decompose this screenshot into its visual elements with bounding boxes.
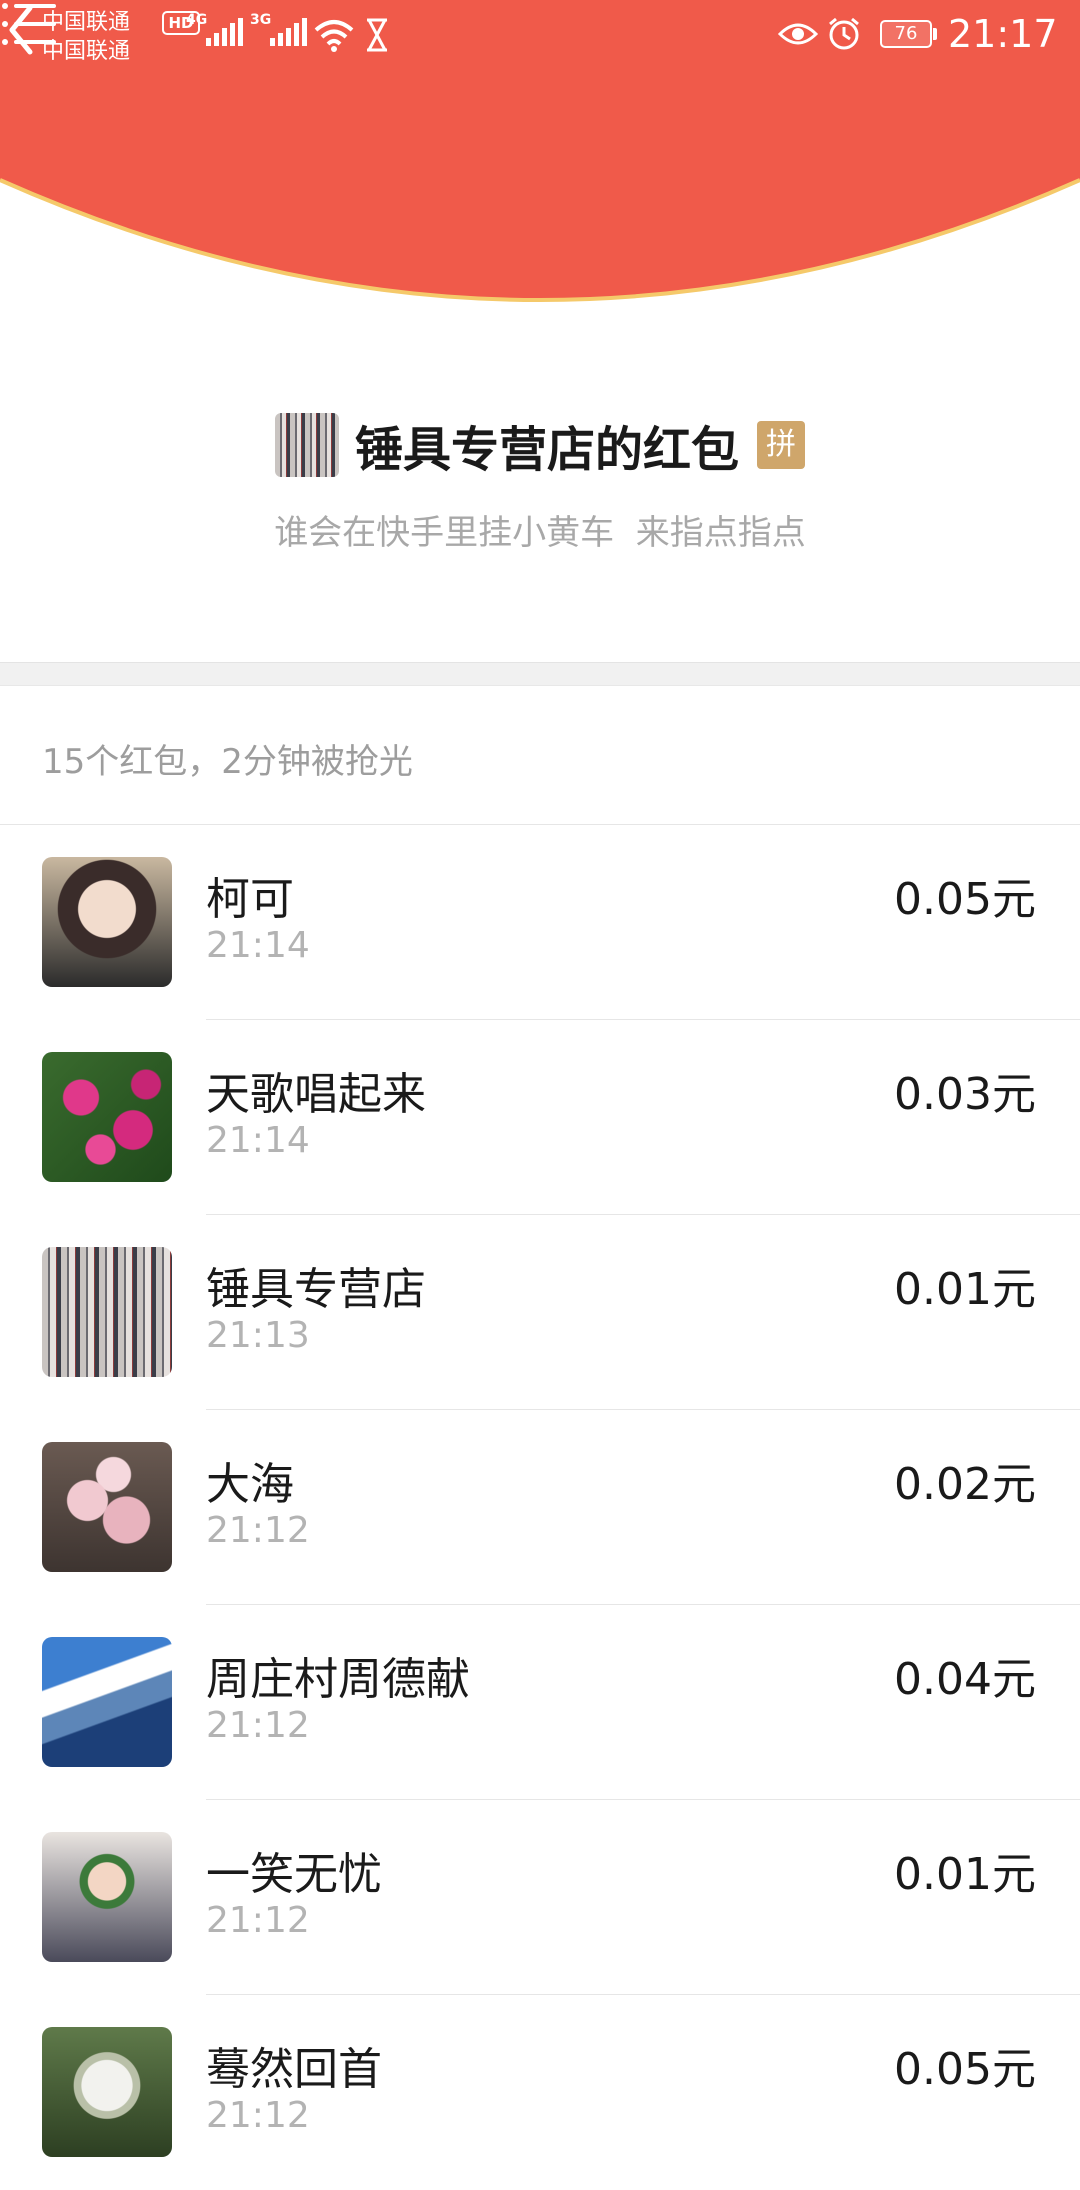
receive-time: 21:12 [206,1705,310,1746]
network-type-2: 3G [250,12,272,28]
hourglass-icon [367,18,387,52]
list-item[interactable]: 锤具专营店 21:13 0.01元 [0,1215,1080,1410]
recipient-name: 柯可 [206,874,294,925]
wifi-icon [314,20,354,52]
receive-time: 21:12 [206,2095,310,2136]
network-type-1: 4G [186,12,208,28]
amount: 0.03元 [894,1069,1036,1120]
envelope-title: 锤具专营店的红包 [354,422,739,478]
envelope-title-row: 锤具专营店的红包 拼 [0,410,1080,480]
battery-icon: 76 [880,20,932,48]
receive-time: 21:12 [206,1900,310,1941]
recipient-name: 蓦然回首 [206,2044,382,2095]
avatar[interactable] [42,1247,172,1377]
list-item[interactable]: 蓦然回首 21:12 0.05元 [0,1995,1080,2190]
envelope-message: 谁会在快手里挂小黄车 来指点指点 [274,513,806,553]
list-item[interactable]: 一笑无忧 21:12 0.01元 [0,1800,1080,1995]
avatar[interactable] [42,1052,172,1182]
avatar[interactable] [42,1637,172,1767]
amount: 0.05元 [894,874,1036,925]
envelope-summary: 15个红包，2分钟被抢光 [42,742,413,782]
list-item[interactable]: 柯可 21:14 0.05元 [0,825,1080,1020]
recipient-name: 周庄村周德献 [206,1654,470,1705]
avatar[interactable] [42,1442,172,1572]
status-time: 21:17 [948,12,1058,56]
recipient-name: 锤具专营店 [206,1264,426,1315]
amount: 0.05元 [894,2044,1036,2095]
pin-badge: 拼 [757,421,805,469]
recipient-name: 一笑无忧 [206,1849,382,1900]
receive-time: 21:14 [206,925,310,966]
list-item[interactable]: 天歌唱起来 21:14 0.03元 [0,1020,1080,1215]
avatar[interactable] [42,1832,172,1962]
amount: 0.01元 [894,1849,1036,1900]
avatar[interactable] [42,2027,172,2157]
battery-tip [933,28,937,40]
receive-time: 21:13 [206,1315,310,1356]
eye-icon [778,23,818,45]
recipient-name: 天歌唱起来 [206,1069,426,1120]
avatar[interactable] [42,857,172,987]
section-divider [0,662,1080,686]
amount: 0.01元 [894,1264,1036,1315]
list-item[interactable]: 周庄村周德献 21:12 0.04元 [0,1605,1080,1800]
amount: 0.02元 [894,1459,1036,1510]
recipient-list: 柯可 21:14 0.05元 天歌唱起来 21:14 0.03元 锤具专营店 2… [0,825,1080,2190]
receive-time: 21:14 [206,1120,310,1161]
menu-list-icon[interactable] [0,0,56,48]
status-bar: 中国联通 中国联通 HD 4G 3G 76 21:17 [0,0,1080,70]
red-envelope-header: 中国联通 中国联通 HD 4G 3G 76 21:17 [0,0,1080,330]
list-item[interactable]: 大海 21:12 0.02元 [0,1410,1080,1605]
sender-avatar [274,413,339,477]
receive-time: 21:12 [206,1510,310,1551]
alarm-icon [829,17,859,50]
amount: 0.04元 [894,1654,1036,1705]
recipient-name: 大海 [206,1459,294,1510]
